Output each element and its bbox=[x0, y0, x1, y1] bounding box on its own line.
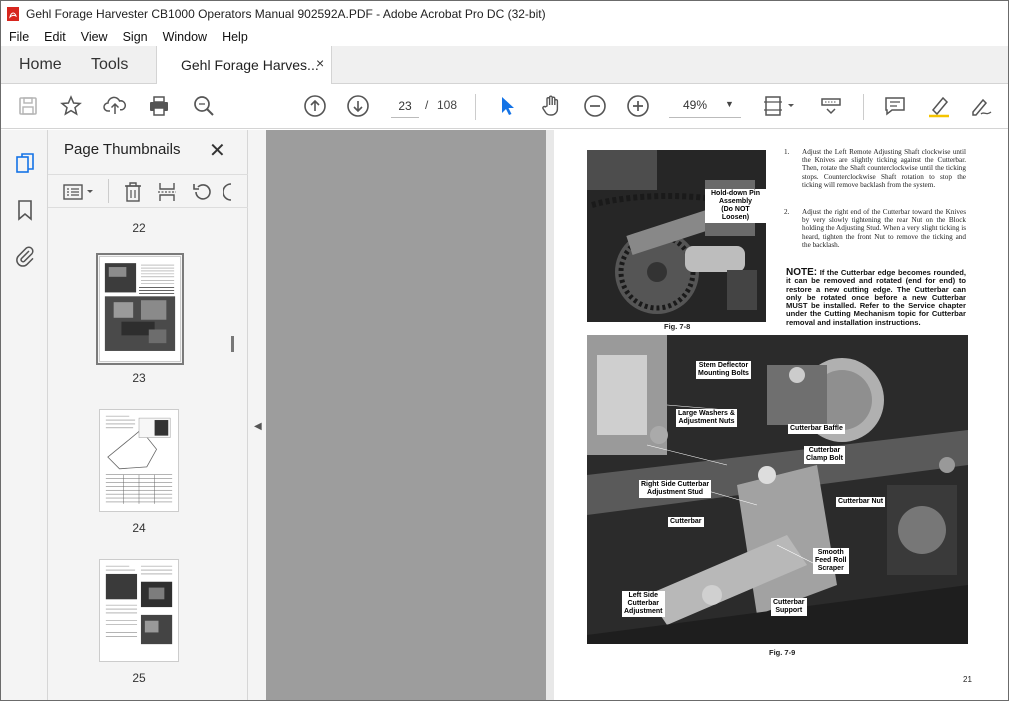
callout-cutterbar-clamp: Cutterbar Clamp Bolt bbox=[804, 446, 845, 464]
extract-pages-icon[interactable] bbox=[156, 181, 178, 203]
thumbnail-label: 22 bbox=[132, 221, 146, 235]
menu-window[interactable]: Window bbox=[155, 30, 214, 44]
callout-left-side-adjustment: Left Side Cutterbar Adjustment bbox=[622, 591, 665, 617]
delete-page-icon[interactable] bbox=[122, 181, 144, 203]
scroll-mode-icon[interactable] bbox=[819, 94, 843, 118]
page-edge bbox=[546, 130, 554, 700]
document-viewport[interactable]: Hold-down Pin Assembly (Do NOT Loosen) F… bbox=[266, 130, 1008, 700]
tab-home[interactable]: Home bbox=[19, 46, 62, 84]
comment-icon[interactable] bbox=[883, 94, 907, 118]
note-text: If the Cutterbar edge becomes rounded, i… bbox=[786, 268, 966, 327]
callout-cutterbar: Cutterbar bbox=[668, 517, 704, 527]
callout-right-side-stud: Right Side Cutterbar Adjustment Stud bbox=[639, 480, 712, 498]
instruction-step-2: 2. Adjust the right end of the Cutterbar… bbox=[784, 208, 966, 249]
tab-bar: Home Tools Gehl Forage Harves... × bbox=[1, 46, 1008, 85]
close-icon[interactable]: ✕ bbox=[209, 138, 226, 163]
menu-edit[interactable]: Edit bbox=[36, 30, 73, 44]
find-icon[interactable] bbox=[192, 94, 216, 118]
thumbnail-tools bbox=[48, 174, 248, 208]
panel-collapse-strip bbox=[248, 130, 266, 700]
page-separator: / bbox=[425, 98, 429, 112]
callout-cutterbar-nut: Cutterbar Nut bbox=[836, 497, 886, 507]
step-text: Adjust the right end of the Cutterbar to… bbox=[802, 208, 966, 249]
thumbnail-page-25[interactable] bbox=[99, 559, 179, 662]
total-pages: 108 bbox=[437, 98, 458, 112]
collapse-panel-icon[interactable]: ◀ bbox=[254, 421, 262, 432]
menu-view[interactable]: View bbox=[73, 30, 115, 44]
tab-document-label: Gehl Forage Harves... bbox=[181, 57, 319, 73]
callout-cutterbar-support: Cutterbar Support bbox=[771, 598, 807, 616]
menu-sign[interactable]: Sign bbox=[115, 30, 155, 44]
thumbnail-label: 25 bbox=[132, 671, 146, 685]
highlight-icon[interactable] bbox=[927, 94, 951, 118]
thumbnails-panel: Page Thumbnails ✕ 22 23 24 25 bbox=[48, 130, 248, 700]
panel-divider bbox=[108, 179, 109, 203]
menu-bar: File Edit View Sign Window Help bbox=[1, 27, 1008, 46]
pdf-page: Hold-down Pin Assembly (Do NOT Loosen) F… bbox=[554, 130, 1008, 700]
figure-7-9-photo: Stem Deflector Mounting Bolts Large Wash… bbox=[587, 335, 968, 644]
note-block: NOTE: If the Cutterbar edge becomes roun… bbox=[786, 268, 966, 327]
title-bar: Gehl Forage Harvester CB1000 Operators M… bbox=[1, 1, 1008, 27]
tab-document[interactable]: Gehl Forage Harves... × bbox=[156, 46, 332, 85]
page-thumbnails-icon[interactable] bbox=[13, 151, 37, 175]
thumbnail-page-24[interactable] bbox=[99, 409, 179, 512]
bookmark-star-icon[interactable] bbox=[59, 94, 83, 118]
scrollbar-thumb[interactable] bbox=[231, 336, 234, 352]
attachments-icon[interactable] bbox=[13, 244, 37, 268]
acrobat-logo-icon bbox=[7, 7, 19, 21]
select-pointer-icon[interactable] bbox=[495, 94, 519, 118]
menu-file[interactable]: File bbox=[1, 30, 36, 44]
zoom-value: 49% bbox=[683, 98, 708, 112]
options-menu-icon[interactable] bbox=[62, 181, 96, 203]
toolbar-divider bbox=[863, 94, 864, 120]
main-toolbar: / 108 49% ▼ bbox=[1, 84, 1008, 129]
thumbnail-scrollbar[interactable] bbox=[225, 222, 235, 700]
print-icon[interactable] bbox=[147, 94, 171, 118]
menu-help[interactable]: Help bbox=[214, 30, 255, 44]
thumbnail-label: 24 bbox=[132, 521, 146, 535]
step-text: Adjust the Left Remote Adjusting Shaft c… bbox=[802, 148, 966, 189]
prev-page-icon[interactable] bbox=[303, 94, 327, 118]
callout-hold-down-pin: Hold-down Pin Assembly (Do NOT Loosen) bbox=[705, 189, 766, 223]
figure-7-8-photo: Hold-down Pin Assembly (Do NOT Loosen) bbox=[587, 150, 766, 322]
figure-caption-7-8: Fig. 7-8 bbox=[664, 322, 691, 331]
printed-page-number: 21 bbox=[963, 675, 972, 684]
rotate-clockwise-icon[interactable] bbox=[223, 181, 235, 203]
zoom-in-icon[interactable] bbox=[626, 94, 650, 118]
callout-stem-deflector: Stem Deflector Mounting Bolts bbox=[696, 361, 751, 379]
thumbnail-list: 22 23 24 25 bbox=[48, 208, 248, 700]
callout-large-washers: Large Washers & Adjustment Nuts bbox=[676, 409, 737, 427]
next-page-icon[interactable] bbox=[346, 94, 370, 118]
thumbnail-label: 23 bbox=[132, 371, 146, 385]
acrobat-window: Gehl Forage Harvester CB1000 Operators M… bbox=[0, 0, 1009, 701]
tab-tools[interactable]: Tools bbox=[91, 46, 128, 84]
callout-cutterbar-baffle: Cutterbar Baffle bbox=[788, 424, 845, 434]
window-title: Gehl Forage Harvester CB1000 Operators M… bbox=[26, 7, 546, 21]
thumbnail-page-23[interactable] bbox=[96, 253, 184, 365]
upload-icon[interactable] bbox=[103, 94, 127, 118]
instruction-step-1: 1. Adjust the Left Remote Adjusting Shaf… bbox=[784, 148, 966, 189]
callout-smooth-feed-roll: Smooth Feed Roll Scraper bbox=[813, 548, 849, 574]
rotate-counterclockwise-icon[interactable] bbox=[191, 181, 213, 203]
panel-title: Page Thumbnails bbox=[64, 141, 181, 158]
tab-close-icon[interactable]: × bbox=[316, 55, 324, 71]
left-nav-rail bbox=[1, 130, 48, 700]
page-number-input[interactable] bbox=[391, 94, 419, 118]
save-icon[interactable] bbox=[16, 94, 40, 118]
bookmarks-icon[interactable] bbox=[13, 198, 37, 222]
step-number: 2. bbox=[784, 208, 790, 216]
chevron-down-icon: ▼ bbox=[725, 99, 734, 109]
toolbar-divider bbox=[475, 94, 476, 120]
figure-caption-7-9: Fig. 7-9 bbox=[769, 648, 796, 657]
sign-icon[interactable] bbox=[969, 94, 993, 118]
zoom-select[interactable]: 49% ▼ bbox=[669, 94, 741, 118]
fit-page-icon[interactable] bbox=[763, 94, 797, 118]
step-number: 1. bbox=[784, 148, 790, 156]
hand-icon[interactable] bbox=[539, 94, 563, 118]
zoom-out-icon[interactable] bbox=[583, 94, 607, 118]
